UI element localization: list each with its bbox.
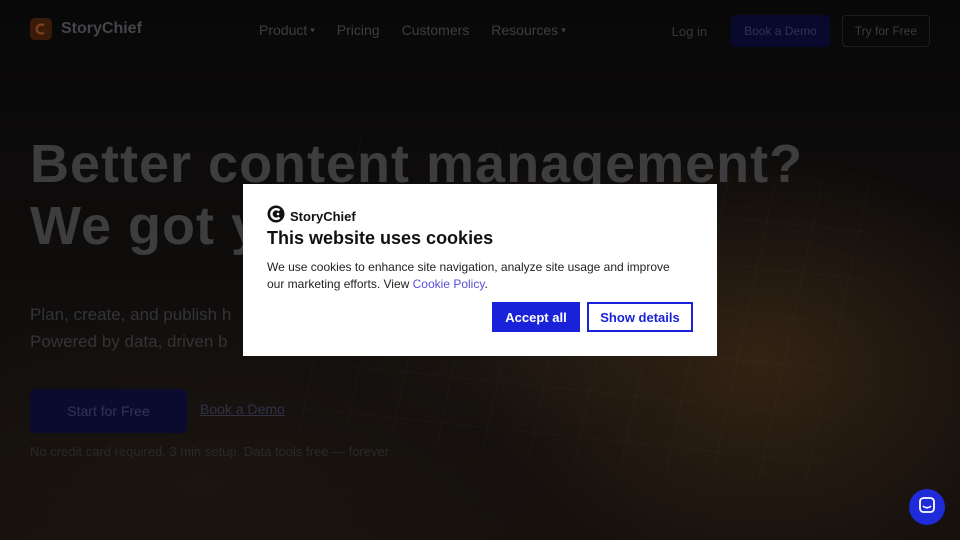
cookie-brand: StoryChief xyxy=(267,205,693,228)
storychief-logo-icon xyxy=(267,205,285,228)
chat-icon xyxy=(918,496,936,519)
cookie-text-end: . xyxy=(484,277,488,291)
cookie-description: We use cookies to enhance site navigatio… xyxy=(267,259,687,293)
cookie-brand-name: StoryChief xyxy=(290,208,356,224)
cookie-consent-dialog: StoryChief This website uses cookies We … xyxy=(243,184,717,356)
cookie-actions: Accept all Show details xyxy=(492,302,693,332)
cookie-title: This website uses cookies xyxy=(267,228,494,248)
cookie-policy-link[interactable]: Cookie Policy xyxy=(413,277,485,291)
chat-launcher[interactable] xyxy=(909,489,945,525)
accept-all-button[interactable]: Accept all xyxy=(492,302,580,332)
show-details-button[interactable]: Show details xyxy=(587,302,693,332)
